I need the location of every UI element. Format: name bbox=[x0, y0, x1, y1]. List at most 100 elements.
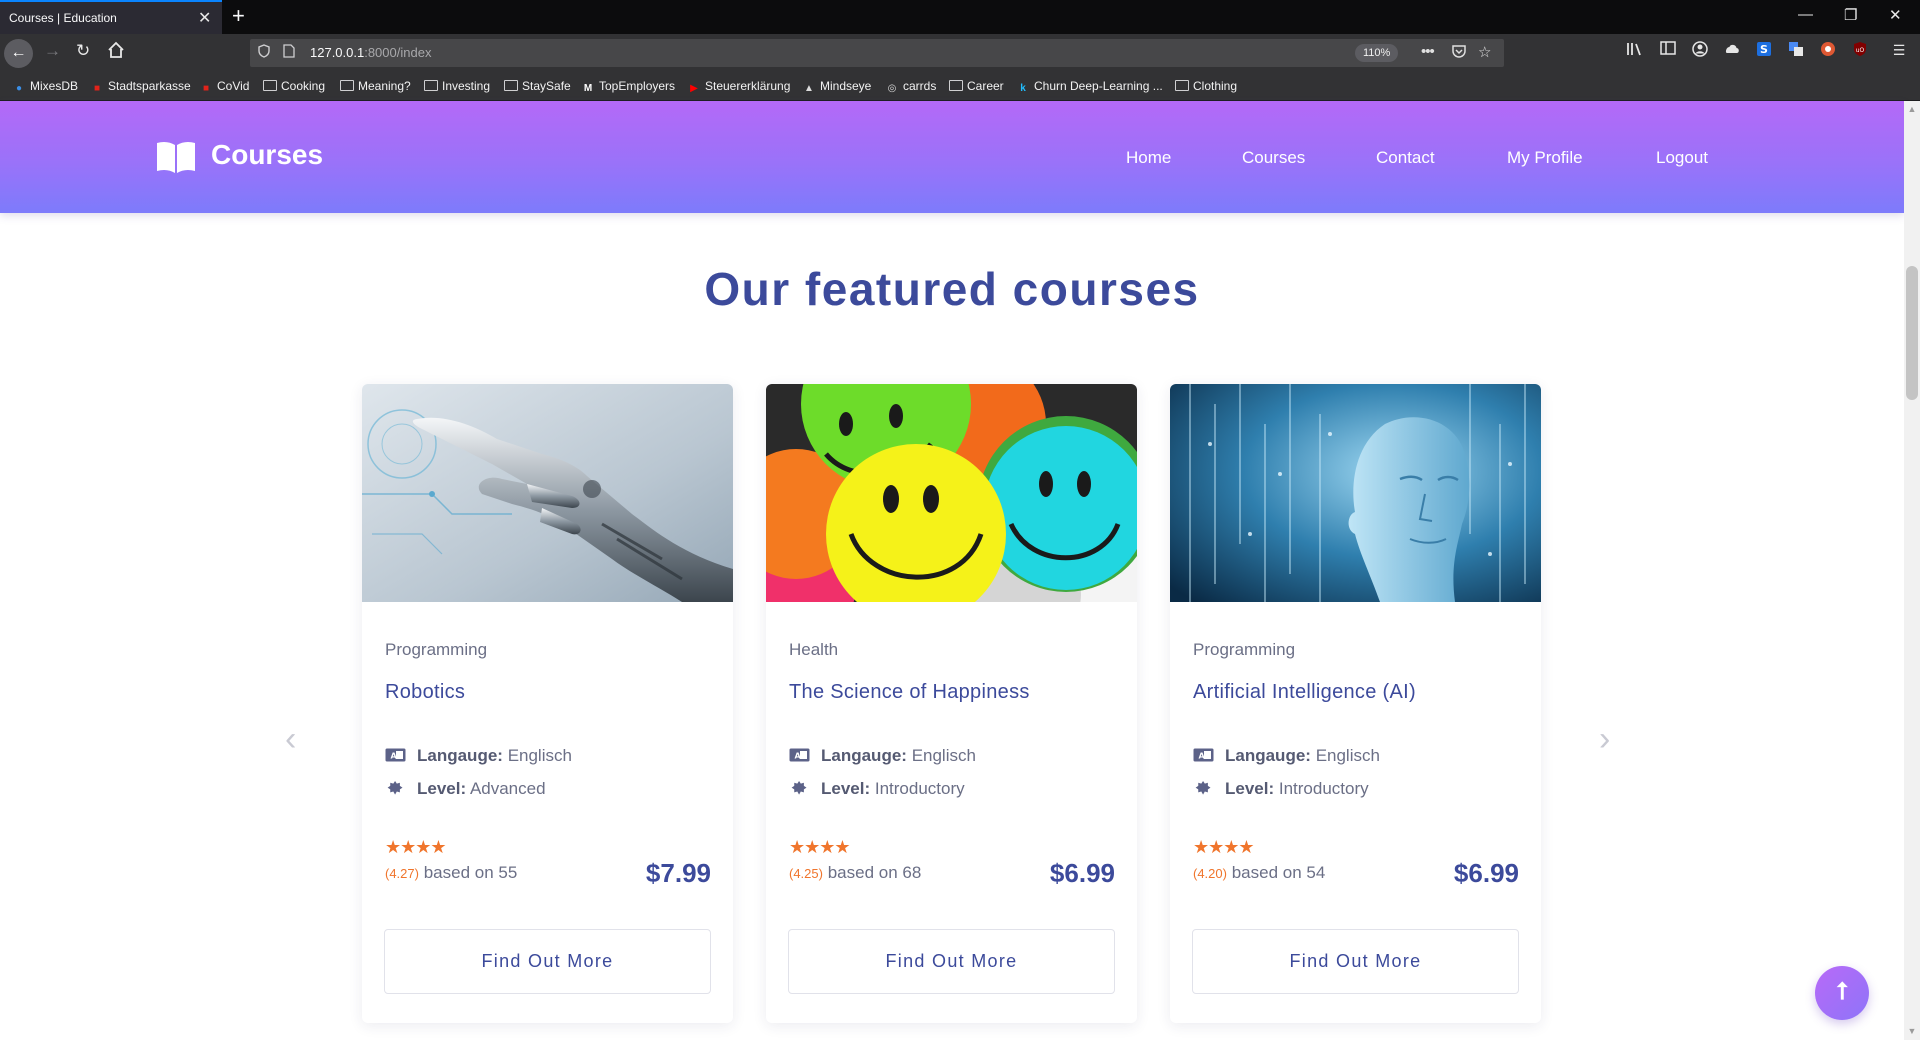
course-language: A Langauge: Englisch bbox=[789, 746, 976, 766]
page-actions-icon[interactable]: ••• bbox=[1421, 43, 1435, 60]
course-category: Programming bbox=[385, 640, 488, 659]
course-card[interactable]: Health The Science of Happiness A Langaug… bbox=[766, 384, 1137, 1023]
restore-window-button[interactable]: ❐ bbox=[1844, 6, 1857, 24]
bookmark-mindseye[interactable]: ▲ Mindseye bbox=[802, 79, 871, 95]
page-info-icon[interactable] bbox=[283, 44, 295, 61]
extension-translate-icon[interactable] bbox=[1787, 41, 1805, 59]
course-title[interactable]: Artificial Intelligence (AI) bbox=[1193, 681, 1416, 704]
sparkasse-icon: ■ bbox=[93, 83, 101, 94]
level-value: Introductory bbox=[874, 779, 965, 798]
course-price: $7.99 bbox=[645, 858, 711, 888]
nav-link-logout[interactable]: Logout bbox=[1656, 148, 1708, 168]
pocket-icon[interactable] bbox=[1451, 43, 1467, 63]
tracking-shield-icon[interactable] bbox=[258, 44, 270, 61]
bookmark-star-icon[interactable]: ☆ bbox=[1478, 43, 1491, 61]
based-on-label: based on bbox=[1231, 863, 1302, 882]
level-label: Level: bbox=[821, 779, 871, 798]
back-to-top-button[interactable]: ⭡ bbox=[1815, 966, 1869, 1020]
course-level: Level: Introductory bbox=[789, 779, 965, 799]
bookmark-label: Stadtsparkasse bbox=[108, 79, 191, 93]
bookmark-mixesdb[interactable]: ● MixesDB bbox=[12, 79, 78, 95]
find-out-more-button[interactable]: Find Out More bbox=[384, 929, 711, 994]
folder-icon bbox=[263, 80, 277, 91]
bookmark-topemployers[interactable]: M TopEmployers bbox=[581, 79, 675, 95]
mixesdb-icon: ● bbox=[15, 83, 23, 94]
review-count: 68 bbox=[902, 863, 922, 882]
youtube-icon: ▶ bbox=[690, 83, 698, 94]
close-window-button[interactable]: ✕ bbox=[1889, 6, 1902, 24]
ublock-origin-icon[interactable]: uO bbox=[1851, 41, 1869, 59]
folder-icon bbox=[340, 80, 354, 91]
level-badge-icon bbox=[387, 781, 403, 795]
bookmark-label: Mindseye bbox=[820, 79, 872, 93]
account-icon[interactable] bbox=[1691, 41, 1709, 59]
level-label: Level: bbox=[1225, 779, 1275, 798]
bookmark-carrds[interactable]: ◎ carrds bbox=[885, 79, 937, 95]
carousel-next-arrow-icon[interactable]: › bbox=[1599, 720, 1610, 759]
bookmark-folder-meaning[interactable]: Meaning? bbox=[340, 79, 411, 93]
course-card[interactable]: Programming Robotics A Langauge: Englisch… bbox=[362, 384, 733, 1023]
bookmark-covid[interactable]: ■ CoVid bbox=[199, 79, 250, 95]
new-tab-button[interactable]: + bbox=[232, 3, 245, 29]
nav-link-home[interactable]: Home bbox=[1126, 148, 1171, 168]
nav-link-courses[interactable]: Courses bbox=[1242, 148, 1305, 168]
rating-score: (4.25) bbox=[789, 866, 823, 881]
course-title[interactable]: Robotics bbox=[385, 681, 465, 704]
home-icon[interactable] bbox=[107, 41, 125, 64]
logo-text: Courses bbox=[211, 139, 324, 170]
find-out-more-button[interactable]: Find Out More bbox=[1192, 929, 1519, 994]
based-on-label: based on bbox=[827, 863, 898, 882]
minimize-window-button[interactable]: — bbox=[1798, 6, 1813, 23]
bookmark-folder-staysafe[interactable]: StaySafe bbox=[504, 79, 571, 93]
duckduckgo-icon[interactable] bbox=[1819, 41, 1837, 59]
bookmark-folder-cooking[interactable]: Cooking bbox=[263, 79, 325, 93]
scroll-down-arrow-icon[interactable]: ▼ bbox=[1906, 1026, 1918, 1036]
back-arrow-icon[interactable]: ← bbox=[4, 39, 33, 68]
extension-cloud-icon[interactable] bbox=[1723, 41, 1741, 59]
bookmark-label: MixesDB bbox=[30, 79, 79, 93]
find-out-more-button[interactable]: Find Out More bbox=[788, 929, 1115, 994]
course-category: Health bbox=[789, 640, 839, 659]
bookmark-label: Churn Deep-Learning ... bbox=[1034, 79, 1163, 93]
bookmark-stadtsparkasse[interactable]: ■ Stadtsparkasse bbox=[90, 79, 191, 95]
rating-stars-icon: ★★★★ bbox=[789, 837, 851, 857]
level-badge-icon bbox=[791, 781, 807, 795]
rating-stars-icon: ★★★★ bbox=[385, 837, 447, 857]
reload-icon[interactable]: ↻ bbox=[76, 41, 90, 61]
course-card[interactable]: Programming Artificial Intelligence (AI)… bbox=[1170, 384, 1541, 1023]
bookmarks-toolbar: ● MixesDB ■ Stadtsparkasse ■ CoVid Cooking … bbox=[0, 72, 1920, 101]
nav-link-contact[interactable]: Contact bbox=[1376, 148, 1435, 168]
zoom-level-badge[interactable]: 110% bbox=[1355, 44, 1399, 62]
nav-link-my-profile[interactable]: My Profile bbox=[1507, 148, 1583, 168]
library-icon[interactable] bbox=[1626, 41, 1644, 59]
url-text[interactable]: 127.0.0.1:8000/index bbox=[310, 45, 431, 60]
hamburger-menu-icon[interactable]: ☰ bbox=[1890, 41, 1908, 59]
language-label: Langauge: bbox=[821, 746, 907, 765]
folder-icon bbox=[424, 80, 438, 91]
bookmark-folder-career[interactable]: Career bbox=[949, 79, 1004, 93]
extension-s-icon[interactable]: S bbox=[1755, 41, 1773, 59]
forward-arrow-icon[interactable]: → bbox=[44, 41, 61, 61]
course-title[interactable]: The Science of Happiness bbox=[789, 681, 1030, 704]
bookmark-folder-clothing[interactable]: Clothing bbox=[1175, 79, 1237, 93]
bookmark-label: Investing bbox=[442, 79, 491, 93]
rating-score: (4.20) bbox=[1193, 866, 1227, 881]
close-tab-icon[interactable]: ✕ bbox=[198, 8, 211, 28]
scrollbar-thumb[interactable] bbox=[1906, 266, 1918, 400]
browser-tab-strip: Courses | Education ✕ + — ❐ ✕ bbox=[0, 0, 1920, 34]
browser-tab[interactable]: Courses | Education ✕ bbox=[0, 0, 222, 34]
bookmark-steuererklaerung[interactable]: ▶ Steuererklärung bbox=[687, 79, 790, 95]
folder-icon bbox=[504, 80, 518, 91]
review-count: 54 bbox=[1306, 863, 1326, 882]
bookmark-churn-deep-learning[interactable]: k Churn Deep-Learning ... bbox=[1016, 79, 1163, 95]
url-path: :8000/index bbox=[364, 45, 432, 60]
carousel-prev-arrow-icon[interactable]: ‹ bbox=[285, 720, 296, 759]
page-scrollbar[interactable] bbox=[1904, 101, 1920, 1040]
bookmark-folder-investing[interactable]: Investing bbox=[424, 79, 490, 93]
address-bar[interactable]: 127.0.0.1:8000/index 110% ••• ☆ bbox=[250, 39, 1504, 67]
bookmark-label: Clothing bbox=[1193, 79, 1238, 93]
sidebar-icon[interactable] bbox=[1659, 41, 1677, 59]
bookmark-label: TopEmployers bbox=[599, 79, 676, 93]
kaggle-icon: k bbox=[1020, 83, 1026, 94]
scroll-up-arrow-icon[interactable]: ▲ bbox=[1906, 104, 1918, 114]
